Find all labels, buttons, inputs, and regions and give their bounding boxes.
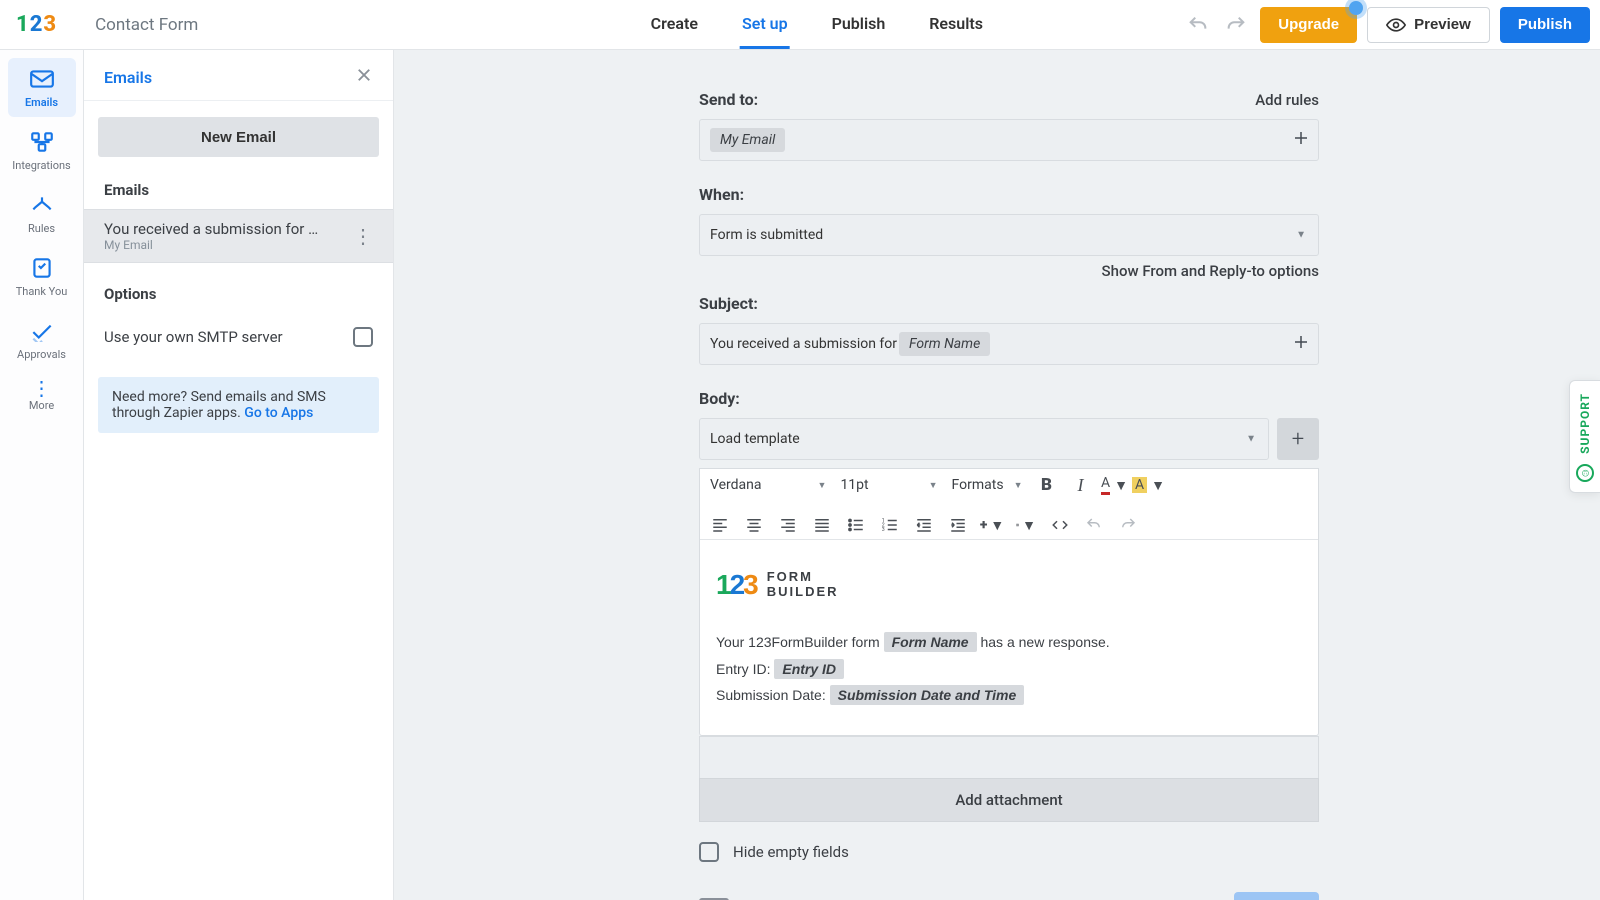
new-email-button[interactable]: New Email [98,117,379,157]
bold-icon[interactable]: B [1037,475,1057,495]
upgrade-notification-dot [1349,1,1363,15]
plus-icon[interactable] [1292,333,1310,355]
sendto-label: Send to: [699,90,758,109]
chevron-down-icon: ▼ [1296,230,1306,241]
attachments-drop-area[interactable] [699,736,1319,778]
rich-text-editor: Verdana▼ 11pt▼ Formats▼ B I A▼ A▼ 123 [699,468,1319,736]
subject-label: Subject: [699,294,758,313]
hide-empty-label: Hide empty fields [733,843,849,861]
editor-toolbar: Verdana▼ 11pt▼ Formats▼ B I A▼ A▼ 123 [700,469,1318,540]
mail-icon [29,68,55,90]
token-submission-date: Submission Date and Time [830,685,1025,705]
indent-icon[interactable] [948,515,968,535]
main-content: Send to: Add rules My Email When: Form i… [394,50,1600,900]
form-title: Contact Form [95,15,198,35]
emails-sidepanel: Emails New Email Emails You received a s… [84,50,394,900]
upgrade-button[interactable]: Upgrade [1260,7,1357,43]
text-color-icon[interactable]: A▼ [1105,475,1125,495]
sendto-tag: My Email [710,128,785,152]
body-label: Body: [699,389,740,408]
bg-color-icon[interactable]: A▼ [1139,475,1159,495]
brand-logo: 123 FORMBUILDER [716,558,1302,611]
load-template-value: Load template [710,431,800,447]
chevron-down-icon: ▼ [1246,434,1256,445]
save-button[interactable]: Save [1234,892,1319,900]
tab-setup[interactable]: Set up [740,0,790,49]
svg-text:3: 3 [882,527,885,533]
page-icon [29,257,55,279]
app-logo[interactable]: 123 [16,12,55,37]
editor-body[interactable]: 123 FORMBUILDER Your 123FormBuilder form… [700,540,1318,735]
tab-create[interactable]: Create [649,0,700,49]
top-tabs: Create Set up Publish Results [649,0,985,49]
email-item-sub: My Email [104,238,324,252]
rail-approvals[interactable]: Approvals [8,310,76,369]
sidepanel-title: Emails [104,68,152,87]
show-from-replyto-link[interactable]: Show From and Reply-to options [699,262,1319,280]
code-icon[interactable] [1050,515,1070,535]
eye-icon [1386,15,1406,35]
align-right-icon[interactable] [778,515,798,535]
token-form-name: Form Name [884,632,977,652]
publish-button[interactable]: Publish [1500,7,1590,43]
support-tab[interactable]: SUPPORT ☺ [1569,380,1600,493]
rail-more[interactable]: ⋮ More [8,373,76,420]
go-to-apps-link[interactable]: Go to Apps [244,405,313,421]
italic-icon[interactable]: I [1071,475,1091,495]
when-value: Form is submitted [710,227,823,243]
email-item-title: You received a submission for F… [104,220,324,238]
rail-integrations[interactable]: Integrations [8,121,76,180]
toolbar-formats[interactable]: Formats▼ [952,477,1023,493]
token-entry-id: Entry ID [774,659,844,679]
load-template-select[interactable]: Load template ▼ [699,418,1269,460]
approvals-icon [29,320,55,342]
subject-field[interactable]: You received a submission for Form Name [699,323,1319,365]
redo-icon[interactable] [1222,11,1250,39]
subject-token: Form Name [899,332,990,356]
add-rules-link[interactable]: Add rules [1255,91,1319,109]
subject-prefix: You received a submission for [710,336,897,352]
align-center-icon[interactable] [744,515,764,535]
insert-icon[interactable]: +▼ [982,515,1002,535]
email-list-item[interactable]: You received a submission for F… My Emai… [84,209,393,263]
sendto-field[interactable]: My Email [699,119,1319,161]
toolbar-size[interactable]: 11pt▼ [840,477,937,493]
align-justify-icon[interactable] [812,515,832,535]
rail-rules[interactable]: Rules [8,184,76,243]
hide-empty-checkbox[interactable] [699,842,719,862]
bullet-list-icon[interactable] [846,515,866,535]
rail-thankyou[interactable]: Thank You [8,247,76,306]
integration-icon [29,131,55,153]
topbar: 123 Contact Form Create Set up Publish R… [0,0,1600,50]
emails-section-label: Emails [84,175,393,209]
table-icon[interactable]: ▼ [1016,515,1036,535]
options-section-label: Options [84,263,393,313]
editor-redo-icon[interactable] [1118,515,1138,535]
rail-emails[interactable]: Emails [8,58,76,117]
plus-icon[interactable] [1292,129,1310,151]
align-left-icon[interactable] [710,515,730,535]
tab-publish[interactable]: Publish [830,0,888,49]
more-icon: ⋮ [8,383,76,393]
preview-button[interactable]: Preview [1367,7,1490,43]
when-select[interactable]: Form is submitted ▼ [699,214,1319,256]
editor-undo-icon[interactable] [1084,515,1104,535]
outdent-icon[interactable] [914,515,934,535]
toolbar-font[interactable]: Verdana▼ [710,477,826,493]
need-more-callout: Need more? Send emails and SMS through Z… [98,377,379,433]
tab-results[interactable]: Results [927,0,985,49]
add-attachment-button[interactable]: Add attachment [699,778,1319,822]
undo-icon[interactable] [1184,11,1212,39]
kebab-icon[interactable]: ⋮ [347,229,379,243]
left-rail: Emails Integrations Rules Thank You Appr… [0,50,84,900]
when-label: When: [699,185,744,204]
smtp-checkbox[interactable] [353,327,373,347]
smtp-option-label: Use your own SMTP server [104,328,283,346]
number-list-icon[interactable]: 123 [880,515,900,535]
insert-variable-button[interactable]: + [1277,418,1319,460]
support-icon: ☺ [1576,464,1594,482]
close-icon[interactable] [355,66,373,88]
rules-icon [29,194,55,216]
